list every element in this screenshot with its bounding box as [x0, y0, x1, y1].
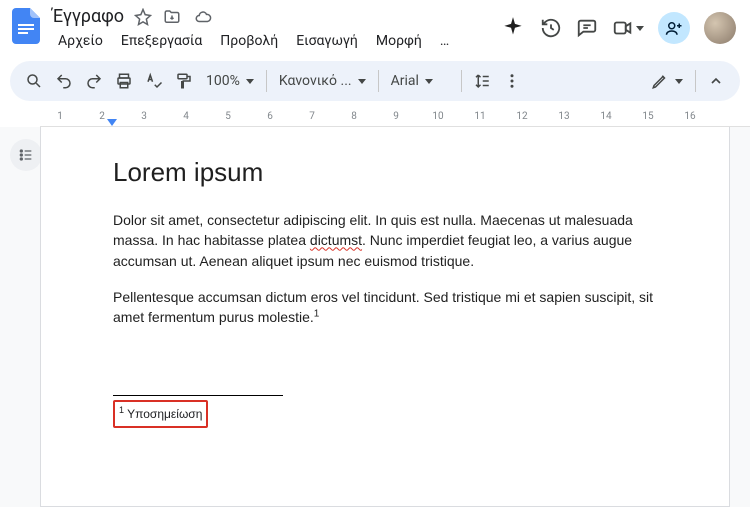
- ruler-tick: 1: [57, 111, 63, 122]
- ruler-tick: 16: [684, 111, 695, 122]
- header-actions: [500, 6, 740, 44]
- ruler-tick: 15: [642, 111, 653, 122]
- undo-button[interactable]: [50, 67, 78, 95]
- comments-icon[interactable]: [576, 17, 598, 39]
- separator: [695, 70, 696, 92]
- ruler-tick: 3: [141, 111, 147, 122]
- ruler-tick: 14: [600, 111, 611, 122]
- ruler-tick: 2: [99, 111, 105, 122]
- menu-insert[interactable]: Εισαγωγή: [288, 29, 366, 53]
- ruler-tick: 5: [225, 111, 231, 122]
- ruler-tick: 11: [474, 111, 485, 122]
- chevron-down-icon: [246, 79, 254, 84]
- ruler-tick: 4: [183, 111, 189, 122]
- move-folder-icon[interactable]: [162, 8, 182, 26]
- menu-edit[interactable]: Επεξεργασία: [113, 29, 210, 53]
- document-paragraph[interactable]: Dolor sit amet, consectetur adipiscing e…: [113, 210, 657, 271]
- separator: [378, 70, 379, 92]
- footnote-separator: [113, 395, 283, 396]
- more-tools-button[interactable]: [498, 67, 526, 95]
- history-icon[interactable]: [540, 17, 562, 39]
- docs-logo[interactable]: [10, 6, 42, 46]
- gemini-icon[interactable]: [500, 15, 526, 41]
- star-icon[interactable]: [134, 8, 152, 26]
- toolbar-container: 100% Κανονικό ... Arial: [0, 57, 750, 109]
- search-button[interactable]: [20, 67, 48, 95]
- zoom-select[interactable]: 100%: [200, 67, 260, 95]
- menu-more[interactable]: …: [432, 29, 457, 53]
- horizontal-ruler[interactable]: 12345678910111213141516: [40, 109, 750, 127]
- chevron-down-icon: [425, 79, 433, 84]
- document-heading[interactable]: Lorem ipsum: [113, 157, 657, 188]
- ruler-tick: 13: [558, 111, 569, 122]
- redo-button[interactable]: [80, 67, 108, 95]
- chevron-down-icon: [636, 26, 644, 31]
- title-area: Έγγραφο Αρχείο Επεξεργασία Προβολή Εισαγ…: [50, 6, 492, 57]
- cloud-saved-icon[interactable]: [192, 8, 214, 26]
- toolbar: 100% Κανονικό ... Arial: [10, 61, 740, 101]
- font-select[interactable]: Arial: [385, 67, 455, 95]
- editing-mode-button[interactable]: [645, 67, 689, 95]
- spellcheck-button[interactable]: [140, 67, 168, 95]
- line-spacing-button[interactable]: [468, 67, 496, 95]
- document-title[interactable]: Έγγραφο: [52, 6, 124, 27]
- document-paragraph[interactable]: Pellentesque accumsan dictum eros vel ti…: [113, 287, 657, 328]
- collapse-toolbar-button[interactable]: [702, 67, 730, 95]
- user-avatar[interactable]: [704, 12, 736, 44]
- menu-format[interactable]: Μορφή: [368, 29, 430, 53]
- menu-view[interactable]: Προβολή: [212, 29, 286, 53]
- footnote-reference[interactable]: 1: [314, 309, 320, 320]
- ruler-tick: 9: [393, 111, 399, 122]
- menu-bar: Αρχείο Επεξεργασία Προβολή Εισαγωγή Μορφ…: [50, 27, 492, 57]
- meet-icon[interactable]: [612, 17, 644, 39]
- chevron-down-icon: [675, 79, 683, 84]
- outline-toggle-button[interactable]: [10, 139, 42, 171]
- paint-format-button[interactable]: [170, 67, 198, 95]
- ruler-tick: 6: [267, 111, 273, 122]
- ruler-tick: 10: [432, 111, 443, 122]
- ruler-tick: 8: [351, 111, 357, 122]
- indent-marker[interactable]: [107, 119, 117, 126]
- footnote-text: Υποσημείωση: [127, 407, 202, 421]
- ruler-tick: 7: [309, 111, 315, 122]
- document-canvas: Lorem ipsum Dolor sit amet, consectetur …: [0, 127, 750, 507]
- page[interactable]: Lorem ipsum Dolor sit amet, consectetur …: [40, 127, 730, 507]
- ruler-tick: 12: [516, 111, 527, 122]
- paragraph-style-select[interactable]: Κανονικό ...: [273, 67, 372, 95]
- separator: [266, 70, 267, 92]
- chevron-down-icon: [358, 79, 366, 84]
- print-button[interactable]: [110, 67, 138, 95]
- separator: [461, 70, 462, 92]
- footnote-highlight[interactable]: 1 Υποσημείωση: [113, 400, 208, 428]
- spelling-error[interactable]: dictumst: [310, 232, 362, 248]
- header-bar: Έγγραφο Αρχείο Επεξεργασία Προβολή Εισαγ…: [0, 0, 750, 57]
- share-button[interactable]: [658, 12, 690, 44]
- menu-file[interactable]: Αρχείο: [50, 29, 111, 53]
